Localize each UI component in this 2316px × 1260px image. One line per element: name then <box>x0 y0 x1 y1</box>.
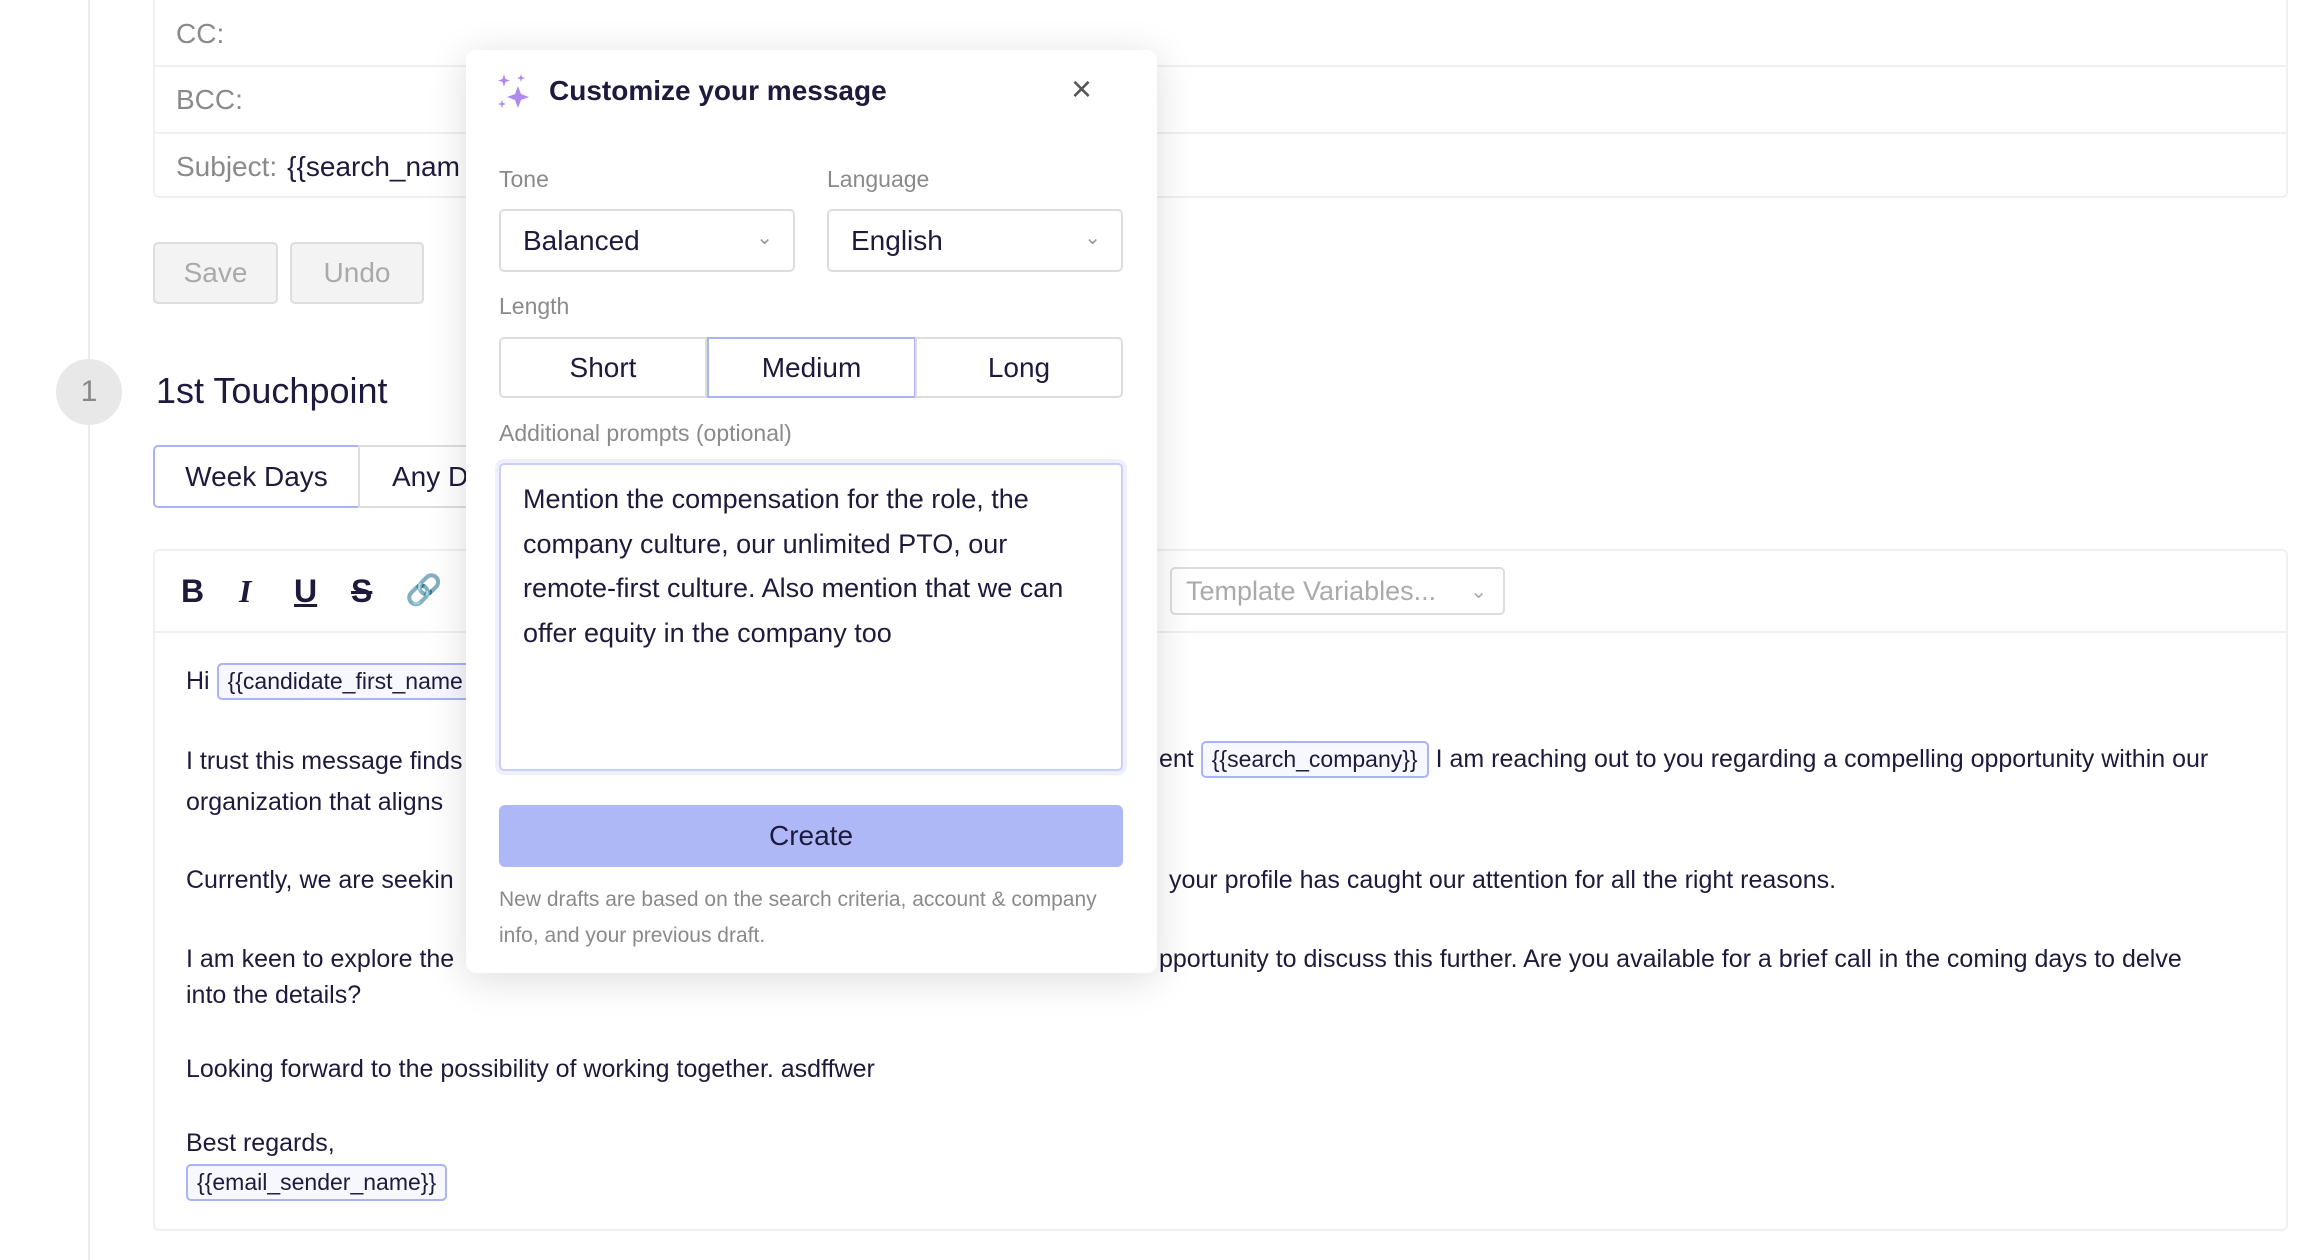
chevron-down-icon: ⌄ <box>756 227 773 249</box>
body-text: ent <box>1159 745 1194 773</box>
tone-select[interactable]: Balanced ⌄ <box>499 209 795 272</box>
undo-button[interactable]: Undo <box>290 242 424 304</box>
body-text: Looking forward to the possibility of wo… <box>186 1055 875 1083</box>
tone-label: Tone <box>499 166 549 192</box>
save-button[interactable]: Save <box>153 242 278 304</box>
chevron-down-icon: ⌄ <box>1470 580 1487 603</box>
link-icon[interactable]: 🔗 <box>405 573 442 608</box>
variable-chip[interactable]: {{email_sender_name}} <box>186 1164 448 1201</box>
close-icon[interactable]: × <box>1071 68 1092 110</box>
touchpoint-title: 1st Touchpoint <box>156 370 388 411</box>
variable-chip[interactable]: {{search_company}} <box>1200 741 1429 778</box>
body-text: I trust this message finds <box>186 747 463 775</box>
template-variables-label: Template Variables... <box>1186 575 1437 606</box>
body-text: I am reaching out to you regarding a com… <box>1435 745 2209 773</box>
length-long[interactable]: Long <box>915 337 1123 398</box>
subject-label: Subject: <box>176 151 278 182</box>
language-select[interactable]: English ⌄ <box>827 209 1123 272</box>
subject-value: {{search_nam <box>287 151 460 182</box>
strikethrough-icon[interactable]: S <box>351 573 372 610</box>
prompts-label: Additional prompts (optional) <box>499 420 792 446</box>
chevron-down-icon: ⌄ <box>1084 227 1101 249</box>
italic-icon[interactable]: I <box>239 573 251 610</box>
underline-icon[interactable]: U <box>294 573 317 610</box>
template-variables-dropdown[interactable]: Template Variables... ⌄ <box>1170 567 1505 615</box>
bcc-label: BCC: <box>176 83 243 115</box>
greeting: Hi <box>186 667 210 695</box>
bold-icon[interactable]: B <box>181 573 204 610</box>
length-label: Length <box>499 293 570 319</box>
body-text: Currently, we are seekin <box>186 866 454 894</box>
language-label: Language <box>827 166 930 192</box>
language-value: English <box>851 224 943 256</box>
create-button[interactable]: Create <box>499 805 1123 867</box>
body-text: organization that aligns <box>186 788 444 816</box>
length-short[interactable]: Short <box>499 337 707 398</box>
body-text: your profile has caught our attention fo… <box>1169 866 1837 894</box>
cc-label: CC: <box>176 17 225 49</box>
variable-chip[interactable]: {{candidate_first_name <box>216 663 474 700</box>
step-number: 1 <box>56 359 122 425</box>
body-text: I am keen to explore the <box>186 945 455 973</box>
sparkles-icon <box>498 74 529 108</box>
dialog-title: Customize your message <box>549 75 887 106</box>
customize-message-dialog: Customize your message × Tone Language B… <box>466 50 1157 973</box>
additional-prompts-textarea[interactable]: Mention the compensation for the role, t… <box>499 463 1123 771</box>
length-medium[interactable]: Medium <box>707 337 916 398</box>
body-text: pportunity to discuss this further. Are … <box>1159 945 2182 973</box>
footnote: New drafts are based on the search crite… <box>499 888 1097 947</box>
timeline-line <box>88 0 90 1260</box>
tab-week-days[interactable]: Week Days <box>153 445 360 508</box>
tone-value: Balanced <box>523 224 640 256</box>
body-text: Best regards, <box>186 1129 335 1157</box>
body-text: into the details? <box>186 981 362 1009</box>
